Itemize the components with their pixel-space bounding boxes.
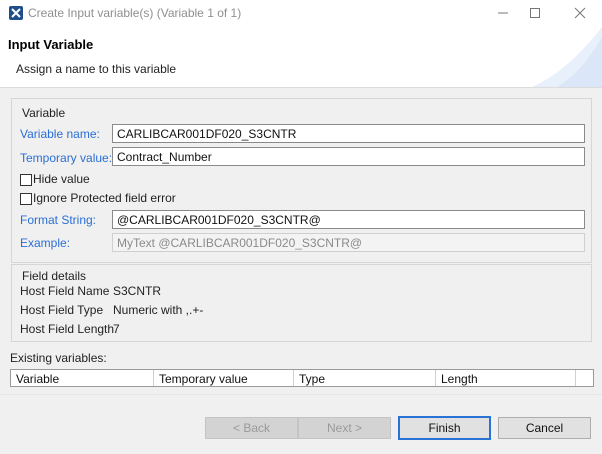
example-field: MyText @CARLIBCAR001DF020_S3CNTR@	[112, 233, 585, 252]
variable-name-label: Variable name:	[20, 127, 100, 141]
cancel-button[interactable]: Cancel	[498, 417, 591, 439]
host-field-type-value: Numeric with ,.+-	[113, 303, 204, 317]
column-header-type[interactable]: Type	[293, 370, 435, 386]
close-button[interactable]	[559, 2, 602, 24]
variable-group-title: Variable	[21, 106, 67, 120]
example-label: Example:	[20, 236, 71, 250]
window-title: Create Input variable(s) (Variable 1 of …	[28, 6, 242, 20]
field-details-group: Field details Host Field Name S3CNTR Hos…	[11, 264, 592, 342]
temporary-value-label: Temporary value:	[20, 151, 113, 165]
field-details-title: Field details	[21, 269, 88, 283]
host-field-name-value: S3CNTR	[113, 284, 162, 298]
banner-decoration	[532, 27, 602, 87]
finish-button[interactable]: Finish	[398, 416, 491, 440]
button-bar: < Back Next > Finish Cancel	[0, 394, 602, 454]
page-title: Input Variable	[8, 37, 94, 52]
close-icon	[574, 7, 586, 19]
page-subtitle: Assign a name to this variable	[16, 62, 177, 76]
variable-name-input[interactable]: CARLIBCAR001DF020_S3CNTR	[112, 124, 585, 143]
window-titlebar: Create Input variable(s) (Variable 1 of …	[0, 0, 602, 27]
existing-variables-table[interactable]: Variable Temporary value Type Length	[10, 369, 594, 387]
host-field-length-value: 7	[113, 322, 120, 336]
app-logo-icon	[9, 6, 23, 20]
host-field-type-label: Host Field Type	[20, 303, 104, 317]
hide-value-label[interactable]: Hide value	[33, 172, 90, 186]
format-string-label: Format String:	[20, 213, 97, 227]
next-button[interactable]: Next >	[298, 417, 391, 439]
column-header-variable[interactable]: Variable	[11, 370, 153, 386]
ignore-protected-checkbox[interactable]	[20, 193, 32, 205]
temporary-value-input[interactable]: Contract_Number	[112, 147, 585, 166]
header-banner: Input Variable Assign a name to this var…	[0, 27, 602, 88]
existing-variables-label: Existing variables:	[10, 351, 107, 365]
hide-value-checkbox[interactable]	[20, 174, 32, 186]
host-field-length-label: Host Field Length	[20, 322, 115, 336]
main-panel: Variable Variable name: CARLIBCAR001DF02…	[0, 88, 602, 394]
column-header-temporary-value[interactable]: Temporary value	[153, 370, 293, 386]
maximize-button[interactable]	[514, 2, 558, 24]
column-header-length[interactable]: Length	[435, 370, 575, 386]
back-button[interactable]: < Back	[205, 417, 298, 439]
minimize-icon	[498, 12, 508, 14]
column-header-filler	[575, 370, 593, 386]
variable-group: Variable Variable name: CARLIBCAR001DF02…	[11, 98, 592, 263]
maximize-icon	[530, 8, 540, 18]
ignore-protected-label[interactable]: Ignore Protected field error	[33, 191, 176, 205]
format-string-input[interactable]: @CARLIBCAR001DF020_S3CNTR@	[112, 210, 585, 229]
host-field-name-label: Host Field Name	[20, 284, 110, 298]
